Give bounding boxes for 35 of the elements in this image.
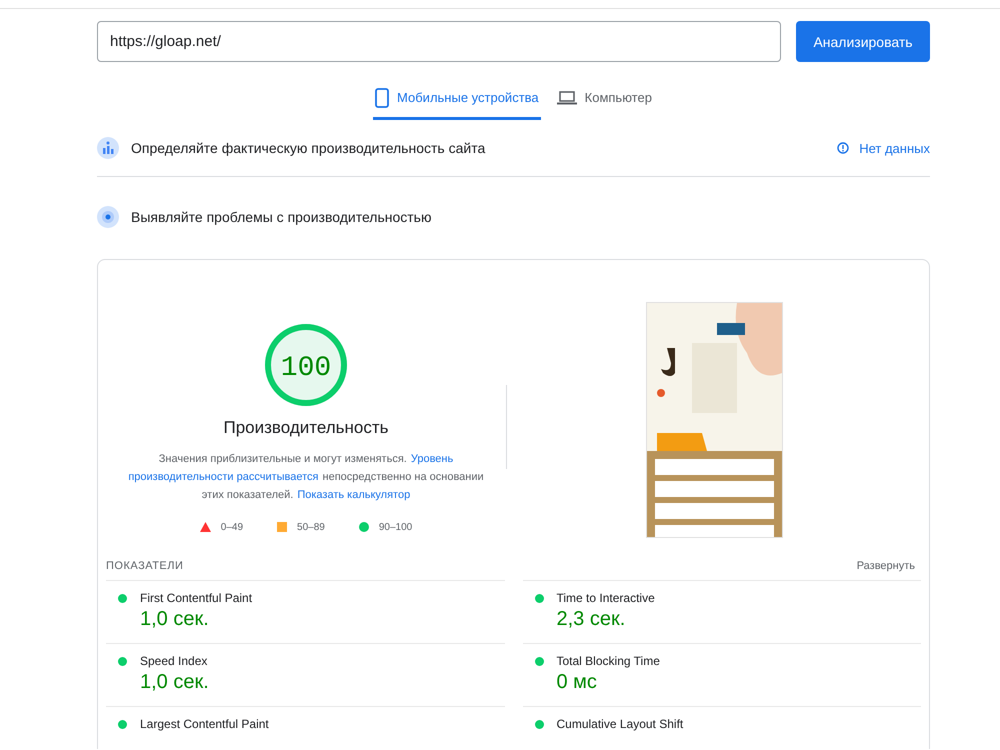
legend-label: 0–49 (220, 522, 244, 532)
description-link[interactable]: Уровень (410, 450, 454, 468)
metric-name: Speed Index (140, 654, 208, 668)
metric-name: Total Blocking Time (556, 654, 660, 668)
description-text: Значения приблизительные и могут изменяться. (158, 452, 407, 466)
lab-data-icon (97, 206, 119, 228)
metrics-heading: ПОКАЗАТЕЛИ (106, 560, 184, 572)
metric-value: 0 мс (556, 671, 597, 694)
description-text: непосредственно на основании (322, 470, 484, 484)
url-field[interactable]: https://gloap.net/ (97, 21, 781, 62)
description-link[interactable]: производительности рассчитывается (128, 468, 319, 486)
laptop-icon (556, 90, 577, 104)
expand-button[interactable]: Развернуть (850, 560, 921, 572)
metric-name: Time to Interactive (556, 591, 655, 605)
score-title: Производительность (223, 418, 388, 438)
description-text: этих показателей. (202, 488, 294, 502)
section-title: Определяйте фактическую производительность сайта (131, 140, 486, 156)
legend-label: 50–89 (297, 522, 325, 532)
info-icon (837, 142, 850, 154)
metric-value: 1,0 сек. (140, 671, 209, 694)
field-data-icon (97, 137, 119, 159)
legend-label: 90–100 (378, 522, 412, 532)
metric-name: Largest Contentful Paint (140, 717, 269, 731)
metric-name: First Contentful Paint (140, 591, 252, 605)
device-tab[interactable]: Мобильные устройства (373, 78, 541, 120)
metric-name: Cumulative Layout Shift (556, 717, 684, 731)
section-title: Выявляйте проблемы с производительностью (131, 209, 432, 225)
no-data-link[interactable]: Нет данных (837, 140, 930, 156)
metric-value: 1,0 сек. (140, 608, 209, 631)
description-link[interactable]: Показать калькулятор (297, 486, 410, 504)
analyze-button[interactable]: Анализировать (796, 21, 930, 62)
device-tab[interactable]: Компьютер (554, 78, 654, 120)
score-value: 100 (280, 352, 332, 384)
metric-value: 2,3 сек. (556, 608, 626, 631)
phone-icon (375, 88, 390, 108)
